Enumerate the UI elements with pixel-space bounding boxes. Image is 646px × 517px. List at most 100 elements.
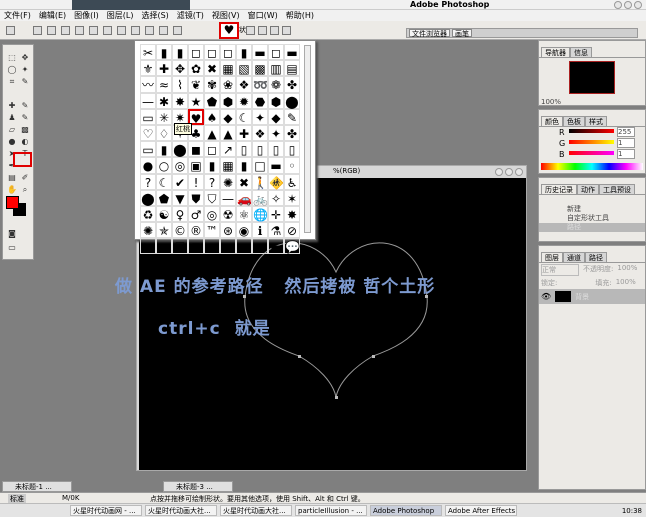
shape-swatch[interactable]: ♿	[284, 173, 300, 190]
shape-swatch[interactable]: ✔	[172, 173, 188, 190]
shape-swatch[interactable]: ☾	[156, 173, 172, 190]
shape-swatch[interactable]: 🚶	[252, 173, 268, 190]
intersect-icon[interactable]	[282, 26, 291, 35]
shape-swatch[interactable]: ⚗	[268, 222, 284, 239]
shape-swatch[interactable]: ★	[188, 92, 204, 109]
shape-swatch[interactable]: ™	[204, 222, 220, 239]
shape-swatch[interactable]: ➢	[156, 238, 172, 255]
menu-image[interactable]: 图像(I)	[74, 10, 99, 21]
shape-swatch[interactable]: —	[140, 92, 156, 109]
shape-swatch[interactable]: ⊛	[220, 222, 236, 239]
shape-swatch[interactable]: ✯	[156, 222, 172, 239]
shape-swatch[interactable]: ✥	[172, 60, 188, 77]
shape-swatch[interactable]: ⬤	[284, 92, 300, 109]
eyedropper-icon[interactable]: ✐	[20, 173, 30, 182]
shape-swatch[interactable]: ▭	[140, 108, 156, 125]
shape-swatch[interactable]: ☢	[220, 205, 236, 223]
slice-tool-icon[interactable]: ✎	[20, 77, 30, 86]
maximize-button[interactable]	[624, 1, 632, 9]
brush-tool-icon[interactable]: ✎	[20, 101, 30, 110]
shape-swatch[interactable]: ✎	[284, 108, 300, 125]
opacity-value[interactable]: 100%	[617, 264, 637, 276]
tab-color[interactable]: 颜色	[541, 116, 563, 126]
shape-swatch[interactable]: ✦	[252, 108, 268, 125]
b-slider[interactable]	[569, 151, 614, 155]
shape-swatch[interactable]: ▮	[156, 44, 172, 61]
shape-swatch[interactable]: ✸	[284, 205, 300, 223]
doc-minimize-button[interactable]	[495, 168, 503, 176]
shape-swatch[interactable]: ◉	[236, 222, 252, 239]
tab-swatches[interactable]: 色板	[563, 116, 585, 126]
dodge-tool-icon[interactable]: ◐	[20, 137, 30, 146]
task-item[interactable]: particleIllusion - ...	[295, 505, 367, 516]
shape-swatch[interactable]: ©	[172, 222, 188, 239]
tab-layers[interactable]: 图层	[541, 252, 563, 262]
quickmask-icon[interactable]: ◙	[7, 229, 17, 238]
lasso-tool-icon[interactable]: ◯	[7, 65, 17, 74]
shape-swatch[interactable]: ⛉	[204, 189, 220, 206]
task-item[interactable]: 火星时代动画网 - ...	[70, 505, 142, 516]
blur-tool-icon[interactable]: ●	[7, 137, 17, 146]
custom-shape-icon[interactable]	[173, 25, 182, 35]
task-item[interactable]: 火星时代动画大社...	[220, 505, 292, 516]
fill-value[interactable]: 100%	[616, 278, 636, 288]
shape-swatch[interactable]: 〰	[140, 76, 156, 93]
shape-swatch[interactable]: ✾	[204, 76, 220, 93]
shape-swatch[interactable]: ✸	[172, 92, 188, 109]
shape-swatch[interactable]: ✱	[156, 92, 172, 109]
shape-swatch[interactable]: ◻	[204, 141, 220, 158]
magic-wand-icon[interactable]: ✦	[20, 65, 30, 74]
shape-swatch[interactable]: ▬	[284, 44, 300, 61]
b-value[interactable]: 1	[617, 149, 635, 159]
shape-swatch[interactable]: ○	[156, 157, 172, 174]
shape-swatch[interactable]: ▭	[140, 141, 156, 158]
shape-swatch[interactable]: ✦	[268, 124, 284, 142]
shape-swatch[interactable]: ℹ	[252, 222, 268, 239]
shape-swatch[interactable]: ▲	[204, 124, 220, 142]
shape-swatch[interactable]: ▣	[188, 157, 204, 174]
hand-tool-icon[interactable]: ✋	[7, 185, 17, 194]
tab-history[interactable]: 历史记录	[541, 184, 577, 194]
shape-swatch[interactable]: ?	[204, 173, 220, 190]
doc-close-button[interactable]	[515, 168, 523, 176]
tab-styles[interactable]: 样式	[585, 116, 607, 126]
shape-swatch[interactable]: ▧	[236, 60, 252, 77]
shape-swatch[interactable]: ✖	[236, 173, 252, 190]
shape-swatch[interactable]: ☑	[172, 238, 188, 255]
shape-swatch[interactable]: ✳	[156, 108, 172, 125]
tab-actions[interactable]: 动作	[577, 184, 599, 194]
history-item-active[interactable]: 路径	[539, 223, 645, 232]
shape-swatch[interactable]: ⌇	[172, 76, 188, 93]
menu-filter[interactable]: 滤镜(T)	[177, 10, 204, 21]
freeform-pen-icon[interactable]	[89, 25, 98, 35]
move-tool-icon[interactable]: ✥	[20, 53, 30, 62]
history-item[interactable]: 新建	[539, 205, 645, 214]
shape-swatch[interactable]: ▯	[236, 141, 252, 158]
menu-file[interactable]: 文件(F)	[4, 10, 31, 21]
zoom-tool-icon[interactable]: ⌕	[20, 185, 30, 194]
crop-tool-icon[interactable]: ⌗	[7, 77, 17, 86]
shape-swatch[interactable]: ▯	[268, 141, 284, 158]
polygon-icon[interactable]	[145, 25, 154, 35]
shape-swatch[interactable]: ▩	[252, 60, 268, 77]
tab-file-browser[interactable]: 文件浏览器	[409, 29, 450, 38]
shape-swatch[interactable]: ⊘	[284, 222, 300, 239]
healing-brush-icon[interactable]: ✚	[7, 101, 17, 110]
menu-edit[interactable]: 编辑(E)	[39, 10, 66, 21]
shape-swatch[interactable]: □	[252, 157, 268, 174]
shape-swatch[interactable]: ⛊	[188, 189, 204, 206]
shape-swatch[interactable]: ➿	[252, 76, 268, 93]
shape-swatch[interactable]: ⬟	[156, 189, 172, 206]
shape-swatch[interactable]: ✚	[236, 124, 252, 142]
shape-swatch[interactable]: ⚜	[140, 60, 156, 77]
shape-swatch[interactable]: ⬬	[204, 238, 220, 255]
screen-mode-icon[interactable]: ▭	[7, 243, 17, 252]
history-brush-icon[interactable]: ✎	[20, 113, 30, 122]
fill-pixels-icon[interactable]	[61, 25, 70, 35]
foreground-color-swatch[interactable]	[6, 196, 19, 209]
minimized-doc-2[interactable]: 未标题-3 ...	[163, 481, 233, 492]
shape-swatch[interactable]: ⚛	[236, 205, 252, 223]
shape-picker-button[interactable]: ♥	[219, 22, 239, 39]
doc-maximize-button[interactable]	[505, 168, 513, 176]
shape-swatch[interactable]: 🚸	[268, 173, 284, 190]
